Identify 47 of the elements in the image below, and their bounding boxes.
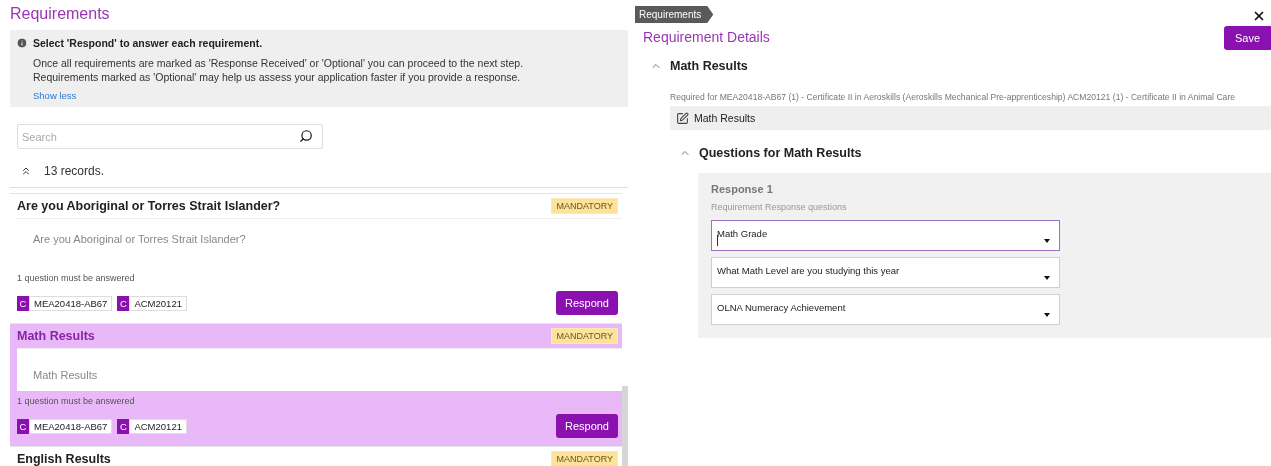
- save-button[interactable]: Save: [1224, 26, 1271, 50]
- select-field[interactable]: What Math Level are you studying this year: [711, 257, 1060, 288]
- mandatory-badge: MANDATORY: [551, 328, 618, 344]
- question-text: Math Results: [33, 369, 98, 381]
- mandatory-badge: MANDATORY: [551, 198, 618, 214]
- info-text: Requirements marked as 'Optional' may help us assess your application faster if you provide a response.: [32, 71, 522, 83]
- details-title: Requirement Details: [643, 29, 770, 45]
- respond-button[interactable]: Respond: [555, 291, 618, 315]
- records-count: 13 records.: [44, 164, 105, 178]
- requirement-name: Math Results: [694, 112, 756, 124]
- tag-type: C: [117, 295, 130, 311]
- response-subtitle: Requirement Response questions: [711, 202, 848, 212]
- requirement-card[interactable]: Math Results MANDATORY Math Results 1 question must be answered C MEA20418-AB67 C ACM20121 Respond: [10, 323, 622, 446]
- close-icon[interactable]: [1252, 9, 1266, 23]
- search-field[interactable]: Search: [17, 124, 323, 149]
- search-icon[interactable]: [299, 129, 313, 143]
- response-title: Response 1: [711, 183, 774, 195]
- question-text: Are you Aboriginal or Torres Strait Islander?: [33, 233, 246, 245]
- course-code: ACM20121: [129, 295, 187, 311]
- info-text: Once all requirements are marked as 'Response Received' or 'Optional' you can proceed to the next step.: [32, 57, 525, 69]
- tag-type: C: [117, 418, 130, 434]
- edit-icon[interactable]: [676, 111, 689, 125]
- page-title: Requirements: [10, 5, 111, 24]
- respond-button[interactable]: Respond: [555, 414, 618, 438]
- required-for-text: Required for MEA20418-AB67 (1) - Certificate II in Aeroskills (Aeroskills Mechanical Pre-apprenticeship) ACM20121 (1) - Certificate II in Animal Care: [670, 92, 1237, 102]
- show-less-link[interactable]: Show less: [16, 90, 77, 101]
- requirement-title: Math Results: [17, 329, 95, 343]
- scrollbar[interactable]: [622, 386, 628, 466]
- course-code: ACM20121: [129, 418, 187, 434]
- requirement-card[interactable]: English Results MANDATORY: [10, 446, 622, 466]
- course-code: MEA20418-AB67: [29, 295, 113, 311]
- section-title: Math Results: [670, 59, 748, 73]
- course-code: MEA20418-AB67: [29, 418, 113, 434]
- info-icon: [16, 37, 28, 49]
- section-title: Questions for Math Results: [699, 146, 862, 160]
- info-heading: Select 'Respond' to answer each requirement.: [33, 37, 263, 49]
- tag-type: C: [17, 418, 29, 434]
- breadcrumb[interactable]: Requirements: [635, 6, 714, 23]
- tag-type: C: [17, 295, 29, 311]
- requirement-title: English Results: [17, 452, 111, 466]
- select-field[interactable]: OLNA Numeracy Achievement: [711, 294, 1060, 325]
- question-note: 1 question must be answered: [17, 273, 136, 283]
- collapse-icon[interactable]: [20, 165, 32, 177]
- question-note: 1 question must be answered: [17, 396, 136, 406]
- requirement-title: Are you Aboriginal or Torres Strait Islander?: [17, 199, 281, 213]
- mandatory-badge: MANDATORY: [551, 451, 618, 466]
- select-field[interactable]: Math Grade: [711, 220, 1060, 251]
